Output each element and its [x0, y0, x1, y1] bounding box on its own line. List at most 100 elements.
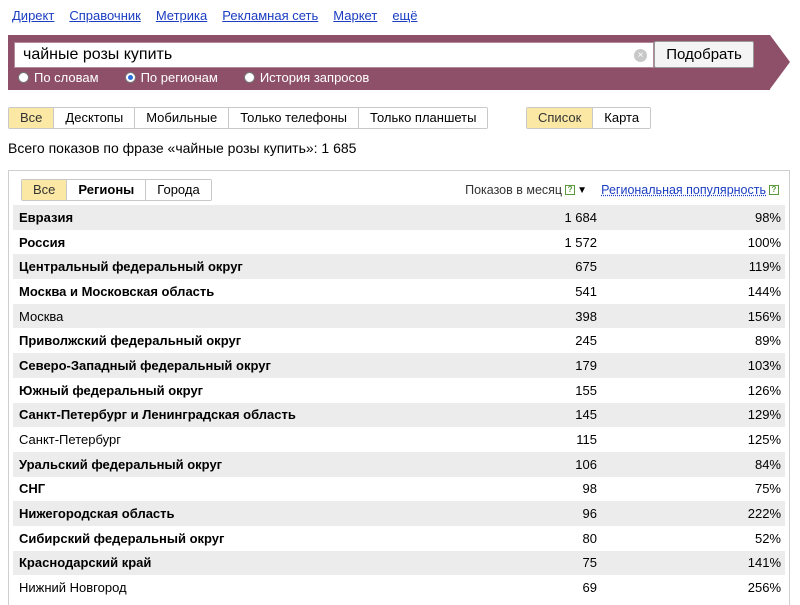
- regional-popularity: 75%: [754, 481, 781, 497]
- regional-popularity: 222%: [747, 506, 781, 522]
- column-header-popularity[interactable]: Региональная популярность ?: [601, 183, 779, 197]
- shows-count: 98: [582, 481, 597, 497]
- regional-popularity: 156%: [747, 308, 781, 324]
- radio-by-words[interactable]: По словам: [18, 70, 99, 85]
- regional-popularity: 119%: [748, 259, 781, 275]
- view-tabs: Список Карта: [526, 107, 652, 129]
- tab-cities[interactable]: Города: [146, 180, 211, 200]
- total-shows-text: Всего показов по фразе «чайные розы купи…: [8, 140, 357, 156]
- region-name[interactable]: СНГ: [13, 481, 497, 496]
- clear-icon[interactable]: ×: [634, 49, 647, 62]
- regional-popularity: 256%: [747, 580, 781, 596]
- region-name[interactable]: Россия: [13, 235, 497, 250]
- region-name[interactable]: Сибирский федеральный округ: [13, 531, 497, 546]
- nav-link-metrika[interactable]: Метрика: [156, 8, 207, 23]
- region-name[interactable]: Нижний Новгород: [13, 580, 497, 595]
- tab-mobile[interactable]: Мобильные: [135, 108, 230, 128]
- region-name[interactable]: Краснодарский край: [13, 555, 497, 570]
- table-row: Северо-Западный федеральный округ 179 103%: [13, 353, 785, 378]
- nav-link-market[interactable]: Маркет: [333, 8, 377, 23]
- radio-label-by-words: По словам: [34, 70, 99, 85]
- help-icon[interactable]: ?: [565, 185, 576, 195]
- tab-map[interactable]: Карта: [593, 108, 651, 128]
- table-row: Приволжский федеральный округ 245 89%: [13, 328, 785, 353]
- shows-count: 541: [575, 283, 597, 299]
- shows-count: 179: [575, 357, 597, 373]
- region-name[interactable]: Центральный федеральный округ: [13, 259, 497, 274]
- tab-desktops[interactable]: Десктопы: [54, 108, 136, 128]
- nav-link-ad-network[interactable]: Рекламная сеть: [222, 8, 318, 23]
- search-bar-tail: [770, 35, 790, 89]
- region-name[interactable]: Южный федеральный округ: [13, 383, 497, 398]
- regional-popularity: 141%: [747, 555, 781, 571]
- sort-desc-icon[interactable]: ▼: [577, 185, 587, 196]
- table-row: Центральный федеральный округ 675 119%: [13, 254, 785, 280]
- region-name[interactable]: Санкт-Петербург: [13, 432, 497, 447]
- shows-count: 96: [582, 506, 597, 522]
- region-name[interactable]: Уральский федеральный округ: [13, 457, 497, 472]
- shows-count: 115: [576, 432, 597, 448]
- tab-region-all[interactable]: Все: [22, 180, 68, 200]
- shows-count: 69: [582, 580, 597, 596]
- radio-dot-query-history[interactable]: [243, 72, 255, 83]
- region-name[interactable]: Нижегородская область: [13, 506, 497, 521]
- results-table: Евразия 1 684 98% Россия 1 572 100% Центральны…: [13, 205, 785, 600]
- region-name[interactable]: Москва: [13, 309, 497, 324]
- shows-count: 398: [575, 308, 597, 324]
- regional-popularity: 129%: [747, 407, 781, 423]
- table-row: Южный федеральный округ 155 126%: [13, 378, 785, 403]
- tab-tablets-only[interactable]: Только планшеты: [359, 108, 488, 128]
- radio-dot-by-regions[interactable]: [124, 72, 136, 83]
- shows-count: 245: [575, 333, 597, 349]
- column-header-shows-label: Показов в месяц: [465, 183, 563, 197]
- tab-phones-only[interactable]: Только телефоны: [229, 108, 360, 128]
- table-row: Москва и Московская область 541 144%: [13, 279, 785, 304]
- search-input[interactable]: [15, 43, 653, 67]
- search-bar: × Подобрать По словам По регионам Истори…: [8, 35, 790, 90]
- table-row: Евразия 1 684 98%: [13, 205, 785, 230]
- regional-popularity: 52%: [754, 530, 781, 546]
- shows-count: 1 572: [564, 234, 597, 250]
- region-name[interactable]: Приволжский федеральный округ: [13, 333, 497, 348]
- help-icon[interactable]: ?: [769, 185, 779, 195]
- column-header-shows[interactable]: Показов в месяц ? ▼: [465, 183, 587, 197]
- region-name[interactable]: Северо-Западный федеральный округ: [13, 358, 497, 373]
- regional-popularity: 84%: [754, 456, 781, 472]
- region-tabs: Все Регионы Города: [21, 179, 212, 201]
- pick-button[interactable]: Подобрать: [654, 41, 754, 68]
- radio-query-history[interactable]: История запросов: [243, 70, 370, 85]
- tab-list[interactable]: Список: [527, 108, 594, 128]
- region-name[interactable]: Москва и Московская область: [13, 284, 497, 299]
- regional-popularity: 144%: [747, 283, 781, 299]
- search-input-wrap: ×: [14, 42, 654, 68]
- table-row: Санкт-Петербург и Ленинградская область 1…: [13, 402, 785, 428]
- table-row: Москва 398 156%: [13, 303, 785, 329]
- shows-count: 80: [582, 530, 597, 546]
- tab-all-devices[interactable]: Все: [9, 108, 55, 128]
- table-row: Россия 1 572 100%: [13, 230, 785, 255]
- regional-popularity: 125%: [747, 432, 781, 448]
- radio-label-by-regions: По регионам: [140, 70, 218, 85]
- shows-count: 75: [582, 555, 597, 571]
- radio-label-query-history: История запросов: [259, 70, 370, 85]
- column-header-popularity-label[interactable]: Региональная популярность: [601, 183, 766, 197]
- shows-count: 145: [575, 407, 597, 423]
- tab-regions[interactable]: Регионы: [67, 180, 147, 200]
- region-name[interactable]: Санкт-Петербург и Ленинградская область: [13, 407, 497, 422]
- region-name[interactable]: Евразия: [13, 210, 497, 225]
- nav-link-more[interactable]: ещё: [392, 8, 417, 23]
- shows-count: 675: [575, 259, 597, 275]
- regional-popularity: 126%: [747, 382, 781, 398]
- radio-by-regions[interactable]: По регионам: [124, 70, 218, 85]
- search-mode-radios: По словам По регионам История запросов: [18, 70, 395, 85]
- regional-popularity: 98%: [754, 209, 781, 225]
- shows-count: 155: [575, 382, 597, 398]
- top-nav: Директ Справочник Метрика Рекламная сеть…: [12, 8, 432, 23]
- shows-count: 106: [575, 456, 597, 472]
- table-row: Нижегородская область 96 222%: [13, 501, 785, 526]
- results-header: Все Регионы Города Показов в месяц ? ▼ Р…: [9, 171, 789, 207]
- nav-link-handbook[interactable]: Справочник: [69, 8, 141, 23]
- radio-dot-by-words[interactable]: [18, 72, 29, 83]
- nav-link-direct[interactable]: Директ: [12, 8, 54, 23]
- shows-count: 1 684: [564, 209, 597, 225]
